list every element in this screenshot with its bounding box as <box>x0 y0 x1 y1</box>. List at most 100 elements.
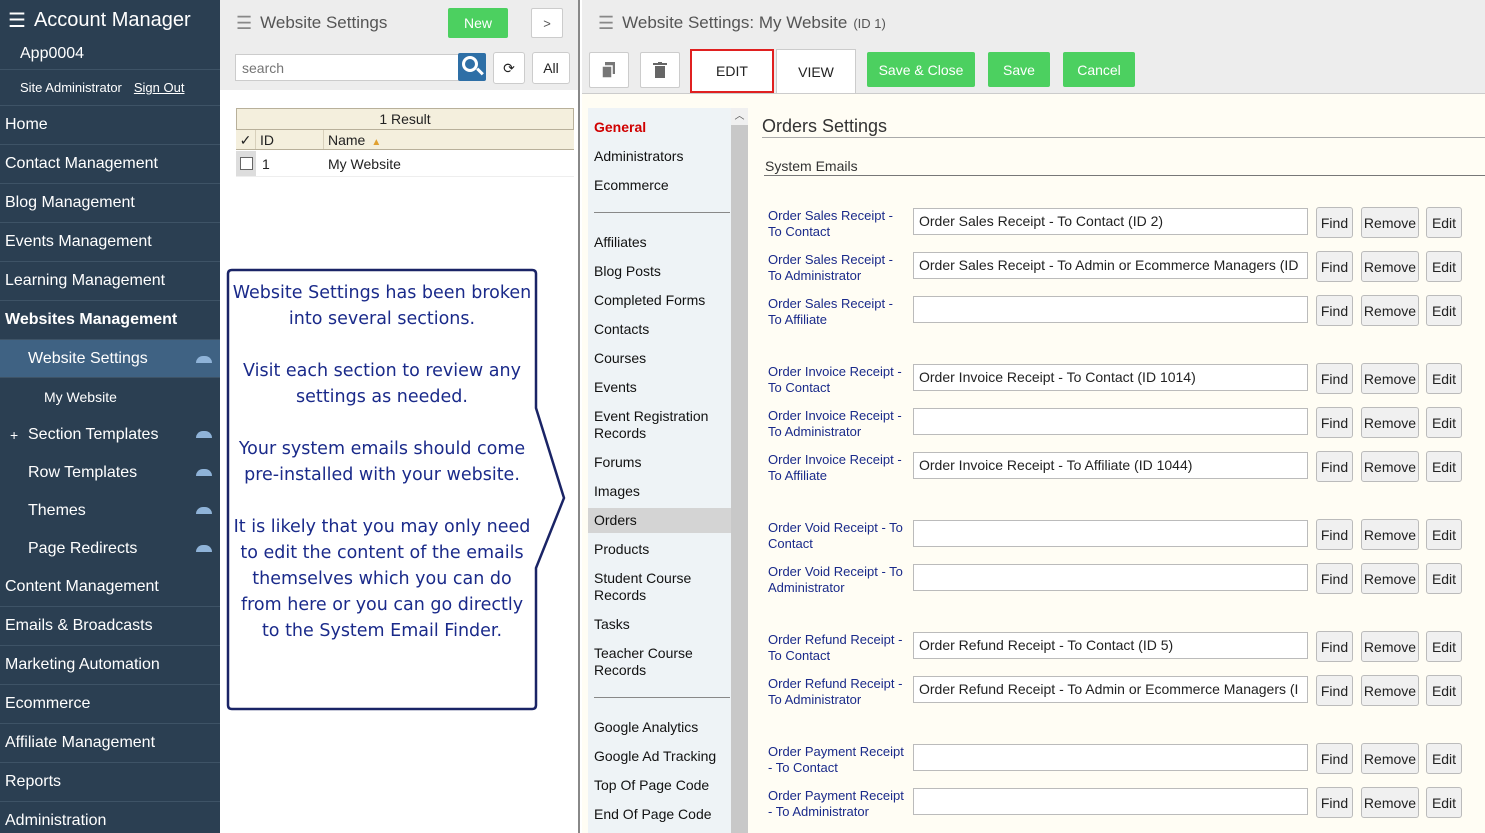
section-google-ad-tracking[interactable]: Google Ad Tracking <box>588 748 731 765</box>
section-events[interactable]: Events <box>588 379 731 396</box>
edit-button[interactable]: Edit <box>1426 207 1462 238</box>
nav-item-ecommerce[interactable]: Ecommerce <box>0 685 220 724</box>
remove-button[interactable]: Remove <box>1361 563 1419 594</box>
edit-button[interactable]: Edit <box>1426 563 1462 594</box>
nav-item-row-templates[interactable]: Row Templates <box>0 454 220 492</box>
remove-button[interactable]: Remove <box>1361 407 1419 438</box>
email-setting-value[interactable] <box>913 408 1308 435</box>
nav-item-my-website[interactable]: My Website <box>0 378 220 416</box>
edit-button[interactable]: Edit <box>1426 451 1462 482</box>
nav-item-administration[interactable]: Administration <box>0 802 220 833</box>
edit-button[interactable]: Edit <box>1426 295 1462 326</box>
section-teacher-course-records[interactable]: Teacher Course Records <box>588 645 731 679</box>
nav-item-blog-management[interactable]: Blog Management <box>0 184 220 223</box>
nav-item-themes[interactable]: Themes <box>0 492 220 530</box>
remove-button[interactable]: Remove <box>1361 363 1419 394</box>
section-orders[interactable]: Orders <box>588 508 731 533</box>
section-nav-scrollbar[interactable]: ︿ <box>731 108 748 833</box>
edit-button[interactable]: Edit <box>1426 407 1462 438</box>
nav-item-events-management[interactable]: Events Management <box>0 223 220 262</box>
section-forums[interactable]: Forums <box>588 454 731 471</box>
find-button[interactable]: Find <box>1316 251 1353 282</box>
section-administrators[interactable]: Administrators <box>588 148 731 165</box>
nav-item-content-management[interactable]: Content Management <box>0 568 220 607</box>
save-close-button[interactable]: Save & Close <box>867 52 975 87</box>
edit-button[interactable]: Edit <box>1426 743 1462 774</box>
refresh-button[interactable]: ⟳ <box>493 52 525 84</box>
expand-plus-icon[interactable]: + <box>10 416 18 454</box>
nav-item-contact-management[interactable]: Contact Management <box>0 145 220 184</box>
copy-button[interactable] <box>589 52 629 88</box>
email-setting-value[interactable] <box>913 296 1308 323</box>
section-tasks[interactable]: Tasks <box>588 616 731 633</box>
section-ecommerce[interactable]: Ecommerce <box>588 177 731 194</box>
search-button[interactable] <box>458 53 486 81</box>
remove-button[interactable]: Remove <box>1361 743 1419 774</box>
column-header-name[interactable]: Name ▲ <box>324 130 574 149</box>
section-products[interactable]: Products <box>588 541 731 558</box>
edit-button[interactable]: Edit <box>1426 631 1462 662</box>
select-all-header[interactable]: ✓ <box>236 130 256 149</box>
section-affiliates[interactable]: Affiliates <box>588 234 731 251</box>
find-button[interactable]: Find <box>1316 407 1353 438</box>
column-header-id[interactable]: ID <box>256 130 324 149</box>
section-end-of-page-code[interactable]: End Of Page Code <box>588 806 731 823</box>
edit-button[interactable]: Edit <box>1426 519 1462 550</box>
remove-button[interactable]: Remove <box>1361 675 1419 706</box>
section-completed-forms[interactable]: Completed Forms <box>588 292 731 309</box>
expand-panel-button[interactable]: > <box>531 8 563 38</box>
section-images[interactable]: Images <box>588 483 731 500</box>
find-button[interactable]: Find <box>1316 787 1353 818</box>
email-setting-value[interactable] <box>913 788 1308 815</box>
section-top-of-page-code[interactable]: Top Of Page Code <box>588 777 731 794</box>
tab-edit[interactable]: EDIT <box>690 49 774 93</box>
edit-button[interactable]: Edit <box>1426 787 1462 818</box>
section-event-registration-records[interactable]: Event Registration Records <box>588 408 731 442</box>
find-button[interactable]: Find <box>1316 563 1353 594</box>
email-setting-value[interactable]: Order Invoice Receipt - To Affiliate (ID… <box>913 452 1308 479</box>
nav-item-reports[interactable]: Reports <box>0 763 220 802</box>
section-contacts[interactable]: Contacts <box>588 321 731 338</box>
find-button[interactable]: Find <box>1316 743 1353 774</box>
email-setting-value[interactable]: Order Sales Receipt - To Admin or Ecomme… <box>913 252 1308 279</box>
delete-button[interactable] <box>640 52 680 88</box>
nav-item-home[interactable]: Home <box>0 106 220 145</box>
drag-handle-icon[interactable] <box>196 545 212 552</box>
remove-button[interactable]: Remove <box>1361 787 1419 818</box>
row-checkbox[interactable] <box>236 151 256 176</box>
section-general[interactable]: General <box>588 119 731 136</box>
remove-button[interactable]: Remove <box>1361 451 1419 482</box>
edit-button[interactable]: Edit <box>1426 251 1462 282</box>
section-blog-posts[interactable]: Blog Posts <box>588 263 731 280</box>
find-button[interactable]: Find <box>1316 675 1353 706</box>
cancel-button[interactable]: Cancel <box>1063 52 1135 87</box>
email-setting-value[interactable]: Order Invoice Receipt - To Contact (ID 1… <box>913 364 1308 391</box>
remove-button[interactable]: Remove <box>1361 207 1419 238</box>
section-courses[interactable]: Courses <box>588 350 731 367</box>
email-setting-value[interactable] <box>913 564 1308 591</box>
nav-item-marketing-automation[interactable]: Marketing Automation <box>0 646 220 685</box>
email-setting-value[interactable]: Order Refund Receipt - To Contact (ID 5) <box>913 632 1308 659</box>
nav-item-emails-broadcasts[interactable]: Emails & Broadcasts <box>0 607 220 646</box>
find-button[interactable]: Find <box>1316 519 1353 550</box>
nav-item-affiliate-management[interactable]: Affiliate Management <box>0 724 220 763</box>
search-input[interactable] <box>235 54 459 81</box>
drag-handle-icon[interactable] <box>196 469 212 476</box>
all-button[interactable]: All <box>532 52 570 84</box>
email-setting-value[interactable]: Order Refund Receipt - To Admin or Ecomm… <box>913 676 1308 703</box>
nav-item-website-settings[interactable]: Website Settings <box>0 340 220 378</box>
new-button[interactable]: New <box>448 8 508 38</box>
table-row[interactable]: 1 My Website <box>236 151 574 177</box>
drag-handle-icon[interactable] <box>196 431 212 438</box>
remove-button[interactable]: Remove <box>1361 295 1419 326</box>
nav-item-page-redirects[interactable]: Page Redirects <box>0 530 220 568</box>
section-google-analytics[interactable]: Google Analytics <box>588 719 731 736</box>
edit-button[interactable]: Edit <box>1426 675 1462 706</box>
section-student-course-records[interactable]: Student Course Records <box>588 570 731 604</box>
email-setting-value[interactable] <box>913 520 1308 547</box>
save-button[interactable]: Save <box>988 52 1050 87</box>
tab-view[interactable]: VIEW <box>776 49 856 93</box>
email-setting-value[interactable]: Order Sales Receipt - To Contact (ID 2) <box>913 208 1308 235</box>
nav-item-websites-management[interactable]: Websites Management <box>0 301 220 340</box>
find-button[interactable]: Find <box>1316 631 1353 662</box>
